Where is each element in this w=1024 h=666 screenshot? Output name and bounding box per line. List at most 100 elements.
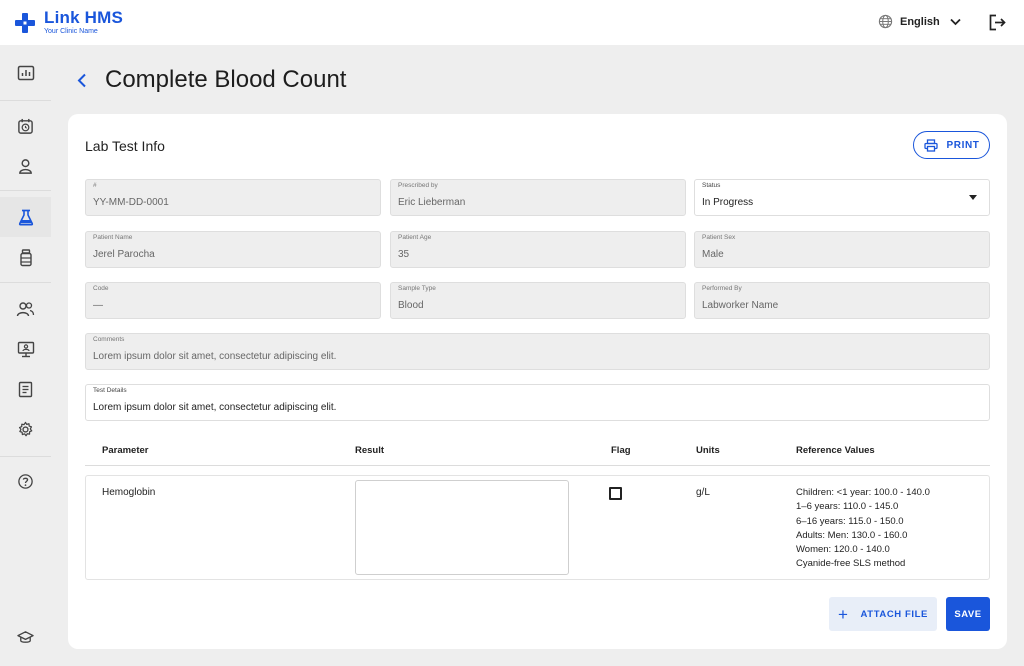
lab-test-card: Lab Test Info PRINT # YY-MM-DD-0001 Pres… bbox=[68, 114, 1007, 649]
sidebar-item-appointments[interactable] bbox=[0, 106, 51, 146]
sidebar-divider bbox=[0, 100, 51, 101]
column-header-result: Result bbox=[355, 445, 385, 456]
sample-type-field: Sample Type Blood bbox=[390, 282, 686, 319]
parameter-cell: Hemoglobin bbox=[102, 487, 156, 498]
attach-file-label: ATTACH FILE bbox=[860, 608, 928, 620]
field-value: Eric Lieberman bbox=[398, 197, 466, 208]
field-value: YY-MM-DD-0001 bbox=[93, 197, 169, 208]
sidebar-item-reports[interactable] bbox=[0, 369, 51, 409]
brand-logo[interactable]: Link HMS Your Clinic Name bbox=[14, 9, 123, 36]
chevron-left-icon bbox=[77, 73, 86, 87]
patient-sex-field: Patient Sex Male bbox=[694, 231, 990, 268]
language-label: English bbox=[900, 15, 940, 28]
field-label: Performed By bbox=[702, 285, 742, 292]
column-header-flag: Flag bbox=[611, 445, 631, 456]
caret-down-icon bbox=[969, 195, 977, 200]
sidebar-item-dashboard[interactable] bbox=[0, 53, 51, 93]
gear-icon bbox=[18, 421, 33, 436]
section-title: Lab Test Info bbox=[85, 138, 165, 154]
globe-icon bbox=[878, 14, 893, 29]
logout-icon bbox=[989, 14, 1006, 31]
sidebar-divider bbox=[0, 456, 51, 457]
chevron-down-icon bbox=[950, 18, 961, 25]
brand-name: Link HMS bbox=[44, 8, 124, 27]
page-title: Complete Blood Count bbox=[105, 66, 347, 93]
sidebar-item-education[interactable] bbox=[0, 617, 51, 657]
sidebar-divider bbox=[0, 190, 51, 191]
comments-field: Comments Lorem ipsum dolor sit amet, con… bbox=[85, 333, 990, 370]
field-label: Test Details bbox=[93, 387, 127, 394]
print-button[interactable]: PRINT bbox=[913, 131, 990, 159]
field-label: Code bbox=[93, 285, 109, 292]
printer-icon bbox=[923, 138, 938, 152]
field-label: Comments bbox=[93, 336, 125, 343]
prescribed-by-field: Prescribed by Eric Lieberman bbox=[390, 179, 686, 216]
reference-line: Adults: Men: 130.0 - 160.0 bbox=[796, 529, 908, 541]
help-icon bbox=[18, 473, 33, 489]
column-header-reference-values: Reference Values bbox=[796, 445, 875, 456]
patient-age-field: Patient Age 35 bbox=[390, 231, 686, 268]
number-field: # YY-MM-DD-0001 bbox=[85, 179, 381, 216]
save-button[interactable]: SAVE bbox=[946, 597, 990, 631]
field-value: Blood bbox=[398, 300, 424, 311]
field-value: — bbox=[93, 300, 103, 311]
status-select[interactable]: Status In Progress bbox=[694, 179, 990, 216]
sidebar-item-help[interactable] bbox=[0, 461, 51, 501]
sidebar-item-settings[interactable] bbox=[0, 409, 51, 449]
reference-line: Women: 120.0 - 140.0 bbox=[796, 544, 890, 556]
monitor-icon bbox=[17, 341, 34, 357]
flask-icon bbox=[18, 209, 33, 225]
bottle-icon bbox=[19, 249, 32, 267]
sidebar-item-pharmacy[interactable] bbox=[0, 238, 51, 278]
field-value: Jerel Parocha bbox=[93, 249, 155, 260]
sidebar-item-monitor[interactable] bbox=[0, 329, 51, 369]
code-field: Code — bbox=[85, 282, 381, 319]
person-icon bbox=[19, 158, 32, 174]
reference-line: 6–16 years: 115.0 - 150.0 bbox=[796, 515, 904, 527]
field-value: Male bbox=[702, 249, 724, 260]
units-cell: g/L bbox=[696, 487, 710, 498]
sidebar-item-lab-tests[interactable] bbox=[0, 197, 51, 237]
language-selector[interactable]: English bbox=[878, 14, 961, 29]
sidebar-item-staff[interactable] bbox=[0, 289, 51, 329]
field-label: Sample Type bbox=[398, 285, 436, 292]
flag-checkbox[interactable] bbox=[609, 487, 622, 500]
graduation-cap-icon bbox=[17, 630, 34, 643]
sidebar bbox=[0, 45, 51, 666]
logo-cross-icon bbox=[15, 13, 35, 33]
field-label: Patient Sex bbox=[702, 234, 736, 241]
alarm-clock-icon bbox=[18, 118, 33, 134]
reference-values-cell: Children: <1 year: 100.0 - 140.0 1–6 yea… bbox=[796, 486, 930, 572]
users-icon bbox=[16, 301, 35, 316]
field-label: Prescribed by bbox=[398, 182, 438, 189]
patient-name-field: Patient Name Jerel Parocha bbox=[85, 231, 381, 268]
reference-line: 1–6 years: 110.0 - 145.0 bbox=[796, 501, 899, 513]
brand-subtitle: Your Clinic Name bbox=[44, 28, 98, 35]
top-bar: Link HMS Your Clinic Name English bbox=[0, 0, 1024, 45]
field-label: Status bbox=[702, 182, 721, 189]
print-label: PRINT bbox=[946, 139, 980, 151]
chart-icon bbox=[17, 65, 34, 81]
field-label: # bbox=[93, 182, 97, 189]
field-value: Lorem ipsum dolor sit amet, consectetur … bbox=[93, 351, 337, 362]
field-value: Lorem ipsum dolor sit amet, consectetur … bbox=[93, 402, 337, 413]
attach-file-button[interactable]: + ATTACH FILE bbox=[829, 597, 937, 631]
test-details-field[interactable]: Test Details Lorem ipsum dolor sit amet,… bbox=[85, 384, 990, 421]
field-label: Patient Age bbox=[398, 234, 432, 241]
sidebar-item-patients[interactable] bbox=[0, 146, 51, 186]
field-value: 35 bbox=[398, 249, 410, 260]
sidebar-divider bbox=[0, 282, 51, 283]
column-header-parameter: Parameter bbox=[102, 445, 149, 456]
performed-by-field: Performed By Labworker Name bbox=[694, 282, 990, 319]
field-value: Labworker Name bbox=[702, 300, 779, 311]
document-icon bbox=[18, 381, 33, 397]
field-label: Patient Name bbox=[93, 234, 133, 241]
field-value: In Progress bbox=[702, 197, 754, 208]
back-button[interactable] bbox=[72, 69, 92, 91]
plus-icon: + bbox=[838, 604, 849, 624]
logout-button[interactable] bbox=[989, 14, 1006, 36]
table-header-divider bbox=[85, 465, 990, 466]
column-header-units: Units bbox=[696, 445, 720, 456]
result-input[interactable] bbox=[355, 480, 569, 575]
reference-line: Children: <1 year: 100.0 - 140.0 bbox=[796, 487, 930, 498]
